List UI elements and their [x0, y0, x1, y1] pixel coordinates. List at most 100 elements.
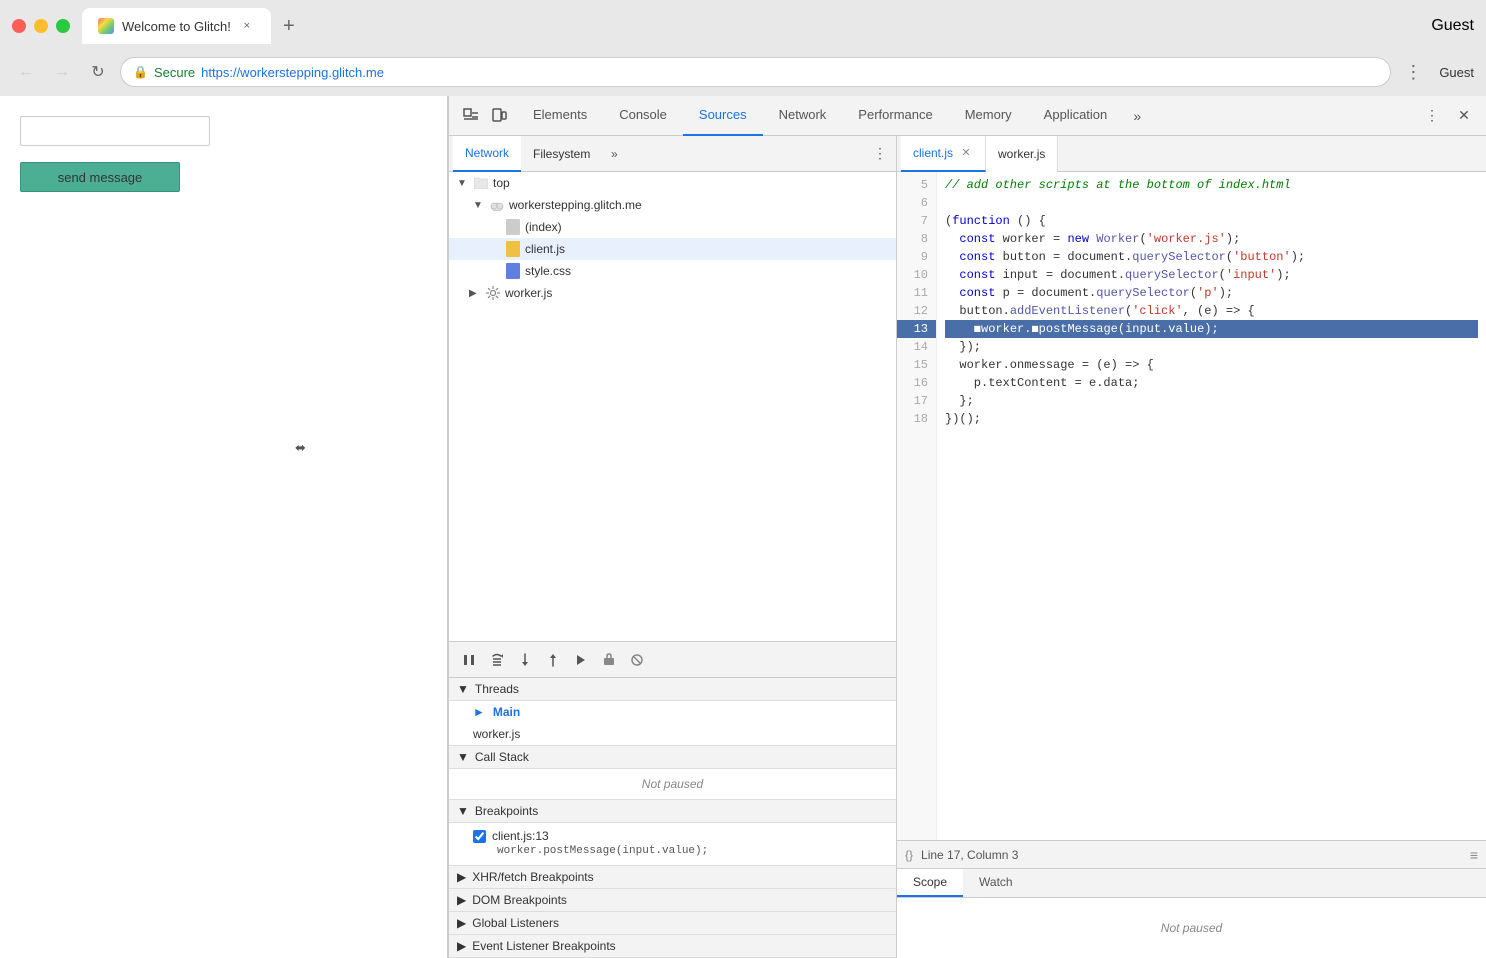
call-stack-label: Call Stack — [475, 750, 529, 764]
event-section-header[interactable]: ▶ Event Listener Breakpoints — [449, 935, 896, 958]
tree-item-workerjs[interactable]: ▶ worker.js — [449, 282, 896, 304]
tree-label-domain: workerstepping.glitch.me — [509, 198, 642, 212]
tree-item-clientjs[interactable]: ▶ client.js — [449, 238, 896, 260]
right-panel: client.js ✕ worker.js 5 6 7 8 9 — [897, 136, 1486, 958]
editor-tab-clientjs[interactable]: client.js ✕ — [901, 136, 986, 172]
xhr-section-header[interactable]: ▶ XHR/fetch Breakpoints — [449, 866, 896, 889]
threads-section-header[interactable]: ▼ Threads — [449, 678, 896, 701]
more-file-tabs-button[interactable]: » — [602, 142, 626, 166]
scope-tab-watch[interactable]: Watch — [963, 869, 1029, 897]
tree-item-index[interactable]: ▶ (index) — [449, 216, 896, 238]
pause-button[interactable] — [457, 648, 481, 672]
scope-not-paused-text: Not paused — [1161, 921, 1222, 935]
file-tab-filesystem[interactable]: Filesystem — [521, 136, 602, 172]
scope-content: Not paused — [897, 898, 1486, 958]
deactivate-breakpoints-button[interactable] — [625, 648, 649, 672]
back-button[interactable]: ← — [12, 58, 40, 86]
code-line-7: (function () { — [945, 212, 1478, 230]
breakpoint-checkbox[interactable] — [473, 830, 486, 843]
code-line-14: }); — [945, 338, 1478, 356]
tab-network[interactable]: Network — [763, 96, 843, 136]
step-over-button[interactable] — [485, 648, 509, 672]
step-button[interactable] — [569, 648, 593, 672]
breakpoint-item-1: client.js:13 worker.postMessage(input.va… — [449, 823, 896, 865]
close-button[interactable] — [12, 19, 26, 33]
address-bar[interactable]: 🔒 Secure https://workerstepping.glitch.m… — [120, 57, 1391, 87]
status-curly-icon: {} — [905, 848, 913, 862]
tree-label-clientjs: client.js — [525, 242, 565, 256]
tree-label-index: (index) — [525, 220, 562, 234]
new-tab-button[interactable]: + — [271, 8, 307, 44]
tree-arrow-domain: ▼ — [473, 200, 485, 211]
scope-tab-scope[interactable]: Scope — [897, 869, 963, 897]
message-input[interactable] — [20, 116, 210, 146]
tree-item-top[interactable]: ▼ top — [449, 172, 896, 194]
forward-button[interactable]: → — [48, 58, 76, 86]
tree-label-workerjs: worker.js — [505, 286, 552, 300]
thread-worker[interactable]: worker.js — [449, 723, 896, 745]
devtools-close-button[interactable]: ✕ — [1450, 102, 1478, 130]
devtools-settings-button[interactable]: ⋮ — [1418, 102, 1446, 130]
call-stack-arrow: ▼ — [457, 750, 469, 764]
scope-tabs: Scope Watch — [897, 869, 1486, 898]
browser-menu-button[interactable]: ⋮ — [1399, 58, 1427, 86]
code-line-15: worker.onmessage = (e) => { — [945, 356, 1478, 374]
breakpoints-section-header[interactable]: ▼ Breakpoints — [449, 800, 896, 823]
xhr-arrow: ▶ — [457, 870, 466, 884]
thread-main[interactable]: ► Main — [449, 701, 896, 723]
file-icon-clientjs — [505, 241, 521, 257]
global-section-header[interactable]: ▶ Global Listeners — [449, 912, 896, 935]
close-clientjs-tab[interactable]: ✕ — [959, 146, 973, 160]
scope-panel: Scope Watch Not paused — [897, 868, 1486, 958]
editor-tab-workerjs[interactable]: worker.js — [986, 136, 1058, 172]
tree-item-domain[interactable]: ▼ workerstepping.glitch.me — [449, 194, 896, 216]
worker-thread-label: worker.js — [473, 727, 520, 741]
address-url: https://workerstepping.glitch.me — [201, 65, 384, 80]
tab-close-button[interactable]: × — [239, 18, 255, 34]
call-stack-section-header[interactable]: ▼ Call Stack — [449, 746, 896, 769]
dom-label: DOM Breakpoints — [472, 893, 567, 907]
send-message-button[interactable]: send message — [20, 162, 180, 192]
step-into-button[interactable] — [513, 648, 537, 672]
xhr-label: XHR/fetch Breakpoints — [472, 870, 593, 884]
secure-icon: 🔒 — [133, 65, 148, 79]
format-button[interactable]: ≡ — [1470, 847, 1478, 863]
minimize-button[interactable] — [34, 19, 48, 33]
gear-icon-workerjs — [485, 285, 501, 301]
file-tab-network[interactable]: Network — [453, 136, 521, 172]
tab-title: Welcome to Glitch! — [122, 19, 231, 34]
browser-tab[interactable]: Welcome to Glitch! × — [82, 8, 271, 44]
tab-favicon — [98, 18, 114, 34]
tab-application[interactable]: Application — [1028, 96, 1124, 136]
tree-item-stylecss[interactable]: ▶ style.css — [449, 260, 896, 282]
cursor: ⬌ — [295, 440, 306, 456]
code-content: // add other scripts at the bottom of in… — [937, 172, 1486, 840]
code-editor[interactable]: 5 6 7 8 9 10 11 12 13 14 15 16 17 18 — [897, 172, 1486, 840]
tab-sources[interactable]: Sources — [683, 96, 763, 136]
tab-elements[interactable]: Elements — [517, 96, 603, 136]
dom-section-header[interactable]: ▶ DOM Breakpoints — [449, 889, 896, 912]
tab-console[interactable]: Console — [603, 96, 683, 136]
more-tabs-button[interactable]: » — [1123, 102, 1151, 130]
tab-performance[interactable]: Performance — [842, 96, 948, 136]
tree-arrow-workerjs: ▶ — [469, 288, 481, 299]
devtools-panel: Elements Console Sources Network Perform… — [448, 96, 1486, 958]
step-out-button[interactable] — [541, 648, 565, 672]
devtools-actions: ⋮ ✕ — [1418, 102, 1478, 130]
file-icon-stylecss — [505, 263, 521, 279]
maximize-button[interactable] — [56, 19, 70, 33]
code-line-5: // add other scripts at the bottom of in… — [945, 176, 1478, 194]
editor-tab-workerjs-label: worker.js — [998, 147, 1045, 161]
tree-arrow-top: ▼ — [457, 178, 469, 189]
tree-label-top: top — [493, 176, 510, 190]
status-bar: {} Line 17, Column 3 ≡ — [897, 840, 1486, 868]
tab-memory[interactable]: Memory — [949, 96, 1028, 136]
reload-button[interactable]: ↻ — [84, 58, 112, 86]
inspect-element-button[interactable] — [457, 102, 485, 130]
file-panel-menu-button[interactable]: ⋮ — [868, 142, 892, 166]
blackbox-button[interactable] — [597, 648, 621, 672]
cloud-icon — [489, 197, 505, 213]
device-toolbar-button[interactable] — [485, 102, 513, 130]
code-line-8: const worker = new Worker('worker.js'); — [945, 230, 1478, 248]
code-line-17: }; — [945, 392, 1478, 410]
